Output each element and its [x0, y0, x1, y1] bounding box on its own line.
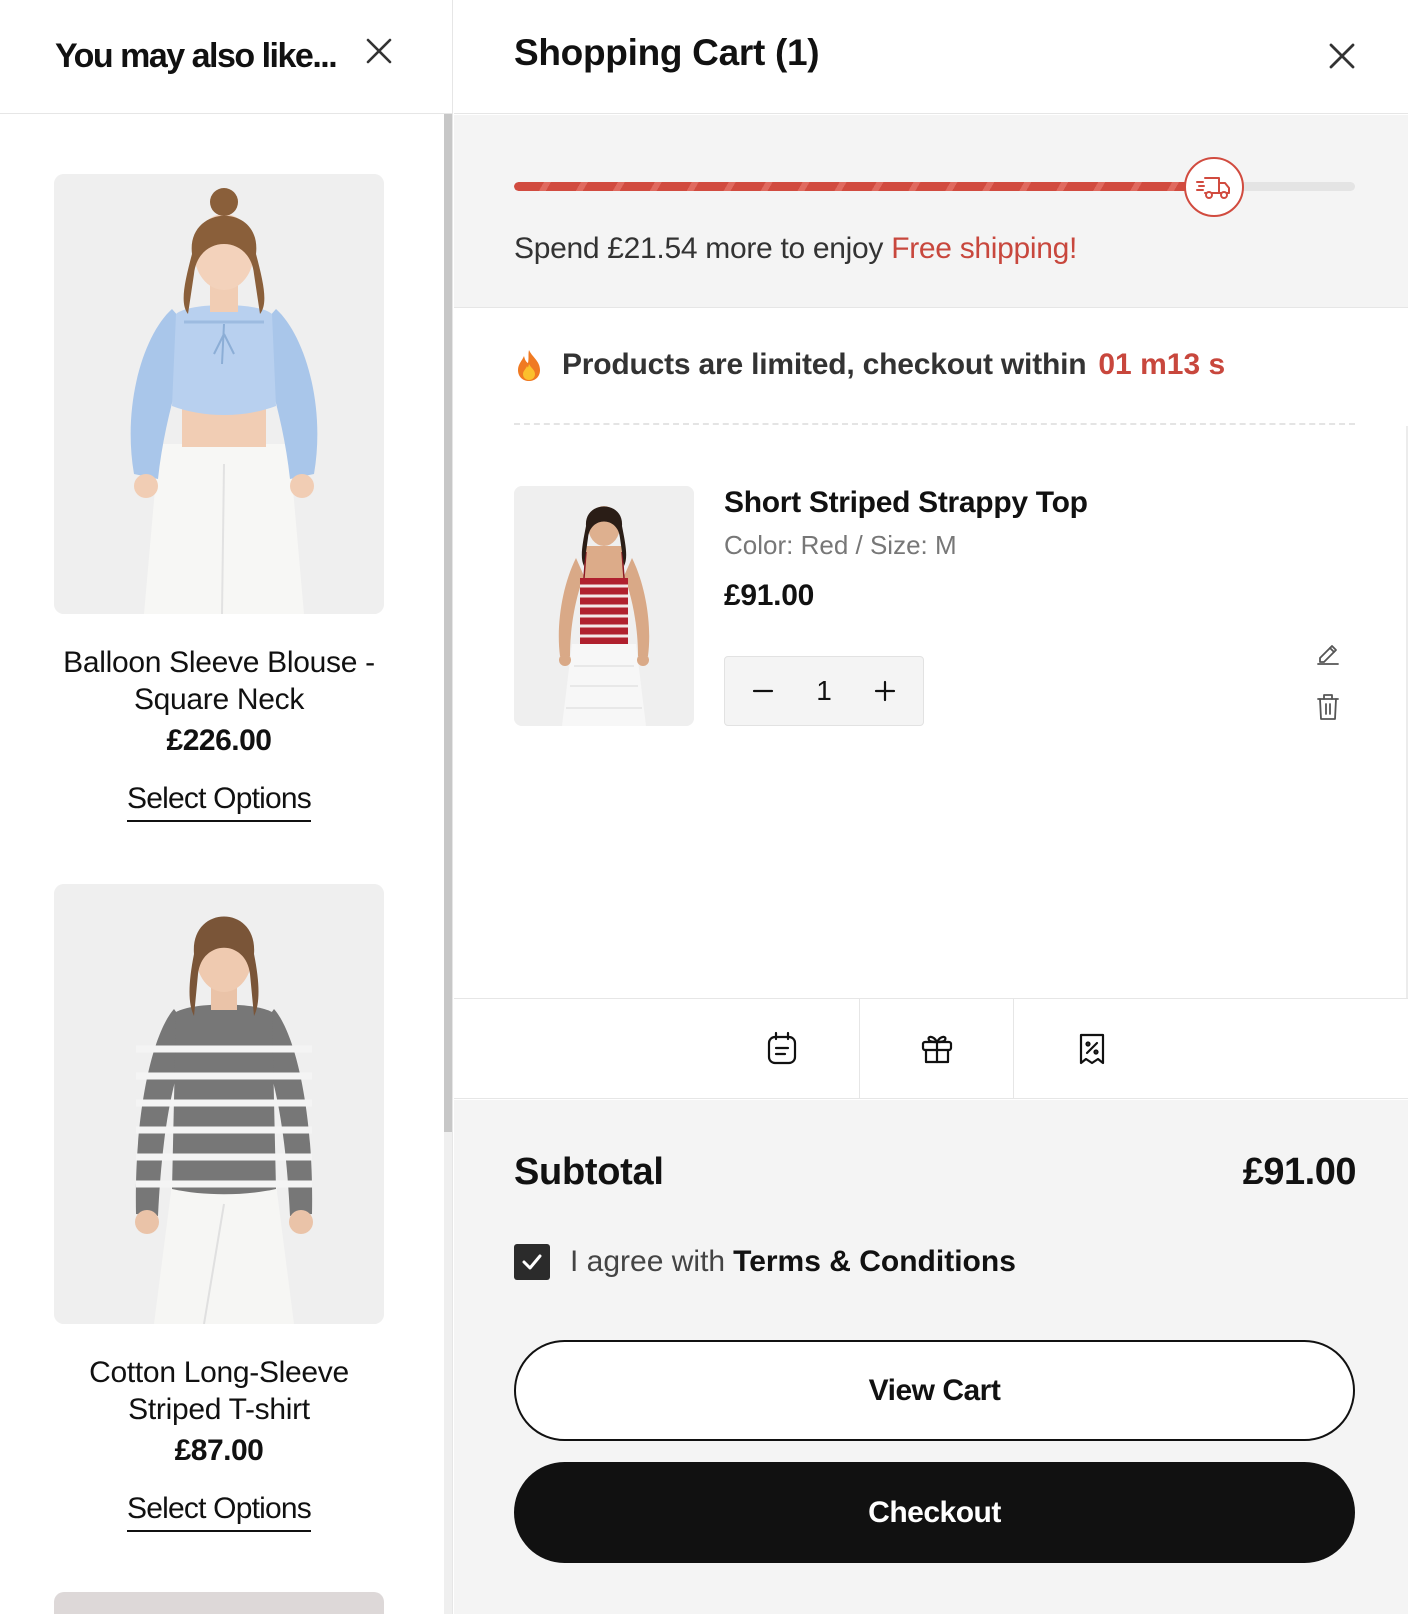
cart-tools	[454, 998, 1408, 1099]
cart-title: Shopping Cart (1)	[514, 32, 820, 73]
terms-link[interactable]: Terms & Conditions	[733, 1245, 1016, 1279]
free-shipping-progress: Spend £21.54 more to enjoy Free shipping…	[454, 115, 1408, 308]
recommendations-header: You may also like...	[0, 0, 452, 114]
scrollbar-thumb[interactable]	[444, 114, 452, 1132]
cart-footer: Subtotal £91.00 I agree with Terms & Con…	[454, 1100, 1408, 1614]
shipping-message: Spend £21.54 more to enjoy Free shipping…	[514, 232, 1077, 266]
recommendation-card[interactable]: Balloon Sleeve Blouse - Square Neck £226…	[54, 174, 384, 822]
cart-panel: Shopping Cart (1) Spend £21.54 more to e…	[454, 0, 1408, 1614]
subtotal-value: £91.00	[1242, 1151, 1357, 1193]
checkout-button[interactable]: Checkout	[514, 1462, 1355, 1563]
product-image[interactable]	[54, 1592, 384, 1614]
edit-icon[interactable]	[1314, 638, 1342, 666]
product-image[interactable]	[54, 884, 384, 1324]
increase-quantity-button[interactable]	[873, 679, 897, 703]
terms-text: I agree with	[570, 1245, 726, 1278]
quantity-stepper: 1	[724, 656, 924, 726]
minus-icon	[752, 689, 774, 693]
fire-icon	[518, 350, 540, 381]
free-shipping-highlight: Free shipping!	[891, 232, 1078, 265]
checkmark-icon	[522, 1254, 542, 1270]
add-note-button[interactable]	[704, 999, 859, 1099]
cart-item-image[interactable]	[514, 486, 694, 726]
product-price: £87.00	[174, 1434, 264, 1467]
limited-stock-text: Products are limited, checkout within	[562, 348, 1087, 381]
shipping-progress-fill	[514, 182, 1221, 191]
quantity-value[interactable]: 1	[816, 675, 832, 707]
select-options-link[interactable]: Select Options	[127, 782, 312, 822]
view-cart-button[interactable]: View Cart	[514, 1340, 1355, 1441]
apply-coupon-button[interactable]	[1014, 999, 1169, 1099]
decrease-quantity-button[interactable]	[751, 679, 775, 703]
product-image[interactable]	[54, 174, 384, 614]
product-name[interactable]: Cotton Long-Sleeve Striped T-shirt	[54, 1354, 384, 1428]
terms-agreement: I agree with Terms & Conditions	[514, 1244, 1016, 1280]
recommendation-card[interactable]: Cotton Long-Sleeve Striped T-shirt £87.0…	[54, 884, 384, 1532]
product-name[interactable]: Balloon Sleeve Blouse - Square Neck	[54, 644, 384, 718]
divider	[514, 423, 1355, 425]
subtotal-label: Subtotal	[514, 1151, 664, 1193]
terms-checkbox[interactable]	[514, 1244, 550, 1280]
cart-item-name[interactable]: Short Striped Strappy Top	[724, 486, 1088, 520]
recommendations-panel: You may also like... Balloon Sleeve Blou…	[0, 0, 453, 1614]
gift-icon	[921, 1035, 952, 1064]
limited-stock-notice: Products are limited, checkout within 01…	[514, 348, 1225, 382]
cart-item-price: £91.00	[724, 579, 814, 612]
shipping-message-prefix: Spend £21.54 more to enjoy	[514, 232, 884, 265]
plus-icon	[874, 680, 896, 702]
checkout-countdown: 01 m13 s	[1098, 348, 1226, 381]
recommendations-title: You may also like...	[55, 37, 338, 75]
note-icon	[767, 1031, 796, 1065]
gift-wrap-button[interactable]	[859, 999, 1014, 1099]
close-cart-icon[interactable]	[1326, 40, 1358, 72]
product-price: £226.00	[166, 724, 272, 757]
trash-icon[interactable]	[1314, 692, 1342, 722]
coupon-icon	[1079, 1033, 1104, 1065]
scrollbar-track[interactable]	[444, 1132, 452, 1614]
cart-item-variant: Color: Red / Size: M	[724, 530, 957, 560]
select-options-link[interactable]: Select Options	[127, 1492, 312, 1532]
cart-header: Shopping Cart (1)	[454, 0, 1408, 114]
truck-icon	[1184, 157, 1245, 217]
close-recommendations-icon[interactable]	[364, 36, 394, 66]
cart-item: Short Striped Strappy Top Color: Red / S…	[514, 486, 1355, 726]
